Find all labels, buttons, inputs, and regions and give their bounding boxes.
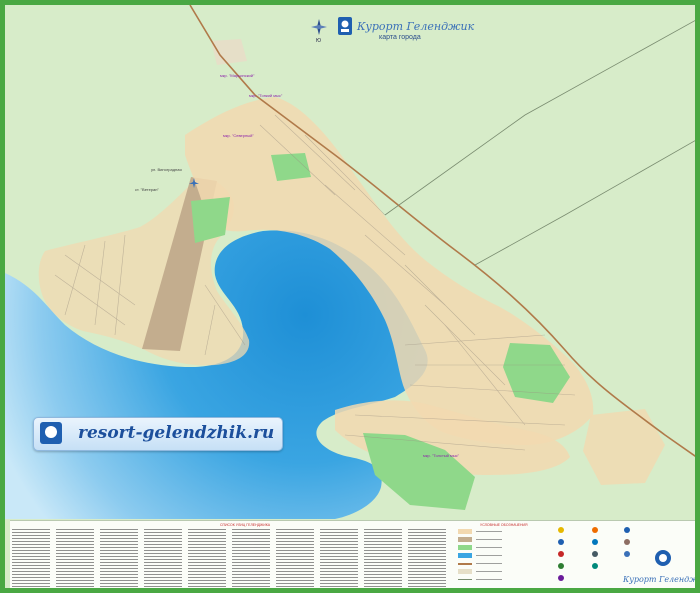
street-index-column	[56, 529, 94, 588]
place-label: мкр. "Марьинский"	[220, 73, 255, 78]
hospital-icon	[558, 551, 564, 557]
street-index-column	[232, 529, 270, 588]
map-title-block: Ю Курорт Геленджик карта города	[305, 13, 474, 49]
place-label: мкр. "Северный"	[223, 133, 254, 138]
urban-swatch	[458, 529, 472, 534]
map-title: Курорт Геленджик	[357, 20, 475, 33]
info-icon	[624, 527, 630, 533]
map-frame: Ю Курорт Геленджик карта города мкр. "Ма…	[0, 0, 700, 593]
restaurant-icon	[592, 527, 598, 533]
park-small	[211, 39, 247, 65]
port-icon	[592, 539, 598, 545]
hotel-icon	[558, 539, 564, 545]
map-subtitle: карта города	[379, 34, 421, 41]
park-icon	[558, 563, 564, 569]
museum-icon	[558, 575, 564, 581]
church-icon	[624, 539, 630, 545]
road-swatch	[458, 563, 472, 565]
corner-title: Курорт Геленджик	[623, 575, 700, 584]
city-map[interactable]	[5, 5, 700, 593]
city-crest-icon	[40, 422, 62, 444]
airport-swatch	[458, 537, 472, 542]
legend-symbols-title: УСЛОВНЫЕ ОБОЗНАЧЕНИЯ	[480, 523, 528, 527]
street-index-column	[408, 529, 446, 588]
street-index-column	[320, 529, 358, 588]
water-swatch	[458, 553, 472, 558]
website-link[interactable]: resort-gelendzhik.ru	[78, 423, 274, 443]
place-label: мкр. "Толстый мыс"	[423, 453, 460, 458]
place-label: ст. "Ветеран"	[135, 187, 159, 192]
city-crest-icon	[655, 550, 671, 566]
aquapark-icon	[592, 563, 598, 569]
suburb-swatch	[458, 569, 472, 574]
website-banner[interactable]: resort-gelendzhik.ru	[33, 417, 283, 451]
park-swatch	[458, 545, 472, 550]
street-index-column	[364, 529, 402, 588]
street-index-column	[276, 529, 314, 588]
street-index-column	[100, 529, 138, 588]
airplane-icon	[624, 551, 630, 557]
place-label: ул. Виноградная	[151, 167, 182, 172]
place-label: мкр. "Тонкий мыс"	[249, 93, 283, 98]
legend-symbol-list	[458, 529, 554, 588]
beach-icon	[558, 527, 564, 533]
street-index-column	[12, 529, 50, 588]
street-index-column	[144, 529, 182, 588]
path-swatch	[458, 579, 472, 580]
streets-index-title: СПИСОК УЛИЦ ГЕЛЕНДЖИКА	[220, 523, 271, 527]
legend-panel: СПИСОК УЛИЦ ГЕЛЕНДЖИКА УСЛОВНЫЕ ОБОЗНАЧЕ…	[10, 520, 695, 588]
compass-label: Ю	[316, 38, 322, 44]
street-index-column	[188, 529, 226, 588]
bus-icon	[592, 551, 598, 557]
